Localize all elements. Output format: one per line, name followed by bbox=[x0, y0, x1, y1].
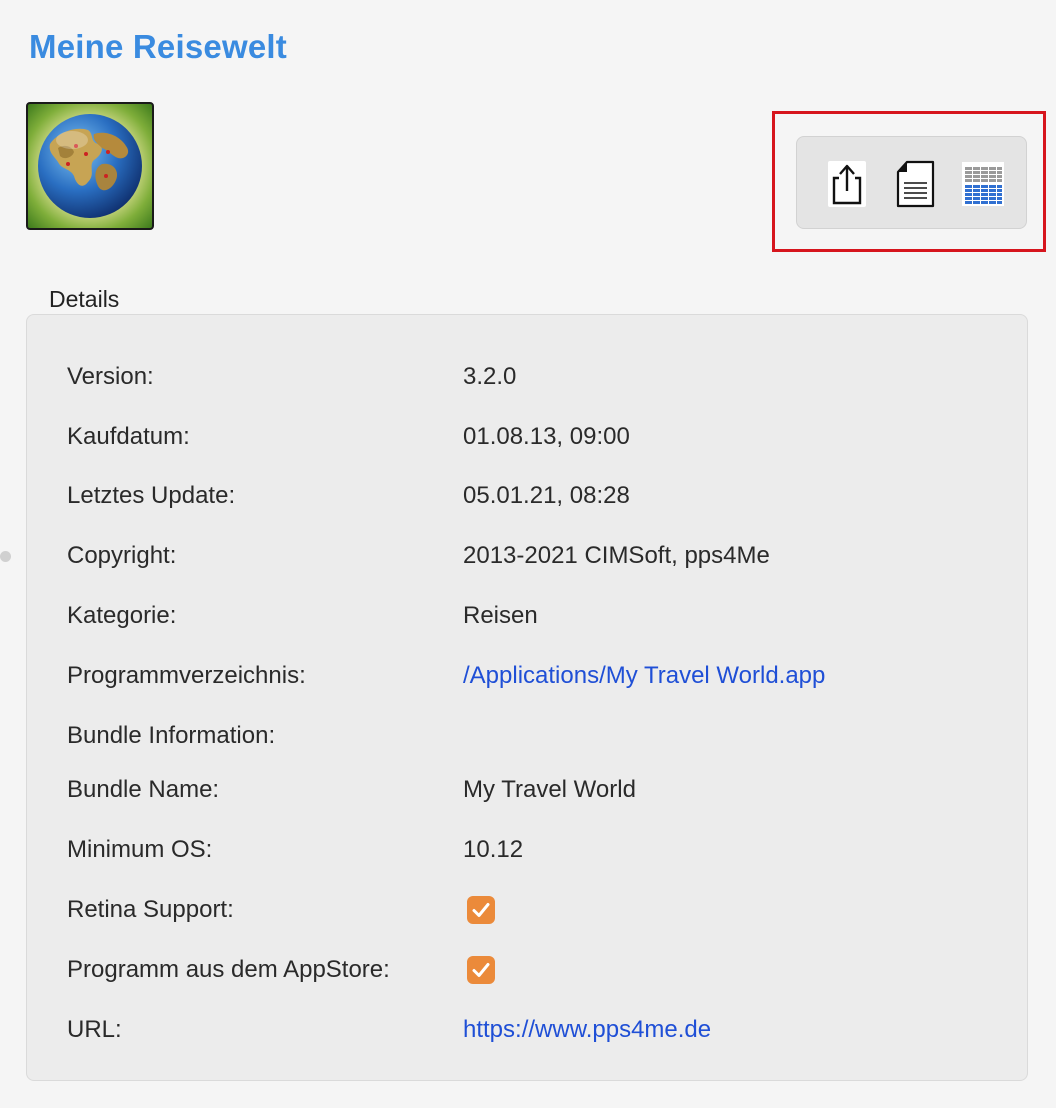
share-button[interactable] bbox=[824, 159, 870, 209]
export-toolbar bbox=[796, 136, 1027, 229]
detail-key: Bundle Name: bbox=[67, 776, 220, 803]
detail-key: Kaufdatum: bbox=[67, 423, 190, 450]
url-link[interactable]: https://www.pps4me.de bbox=[463, 1014, 711, 1046]
detail-value: 01.08.13, 09:00 bbox=[463, 423, 630, 450]
detail-key: URL: bbox=[67, 1016, 122, 1043]
detail-value: 2013-2021 CIMSoft, pps4Me bbox=[463, 542, 770, 569]
detail-row-copyright: Copyright: 2013-2021 CIMSoft, pps4Me bbox=[67, 540, 1007, 572]
detail-row-purchase-date: Kaufdatum: 01.08.13, 09:00 bbox=[67, 421, 1007, 453]
detail-row-bundle-information: Bundle Information: bbox=[67, 720, 1007, 752]
detail-key: Minimum OS: bbox=[67, 836, 213, 863]
detail-row-bundle-name: Bundle Name: My Travel World bbox=[67, 774, 1007, 806]
detail-value: 10.12 bbox=[463, 836, 524, 863]
detail-value: My Travel World bbox=[463, 776, 636, 803]
table-icon bbox=[962, 162, 1004, 206]
app-title: Meine Reisewelt bbox=[29, 28, 287, 65]
detail-key: Retina Support: bbox=[67, 896, 234, 923]
spreadsheet-button[interactable] bbox=[960, 159, 1006, 209]
program-path-link[interactable]: /Applications/My Travel World.app bbox=[463, 660, 825, 692]
appstore-checkbox[interactable] bbox=[467, 956, 495, 984]
detail-key: Copyright: bbox=[67, 542, 177, 569]
document-icon bbox=[896, 160, 935, 208]
checkmark-icon bbox=[472, 963, 490, 977]
detail-key: Programmverzeichnis: bbox=[67, 662, 306, 689]
details-panel: Version: 3.2.0 Kaufdatum: 01.08.13, 09:0… bbox=[26, 314, 1028, 1081]
detail-key: Version: bbox=[67, 363, 154, 390]
details-heading: Details bbox=[49, 286, 120, 312]
detail-row-appstore: Programm aus dem AppStore: bbox=[67, 954, 1007, 986]
detail-value: 3.2.0 bbox=[463, 363, 517, 390]
retina-support-checkbox[interactable] bbox=[467, 896, 495, 924]
detail-row-minimum-os: Minimum OS: 10.12 bbox=[67, 834, 1007, 866]
app-icon bbox=[26, 102, 154, 230]
detail-row-url: URL: https://www.pps4me.de bbox=[67, 1014, 1007, 1046]
checkmark-icon bbox=[472, 903, 490, 917]
detail-row-last-update: Letztes Update: 05.01.21, 08:28 bbox=[67, 480, 1007, 512]
detail-key: Letztes Update: bbox=[67, 482, 236, 509]
share-icon bbox=[828, 161, 866, 207]
detail-value: Reisen bbox=[463, 602, 538, 629]
detail-row-version: Version: 3.2.0 bbox=[67, 361, 1007, 393]
detail-row-program-path: Programmverzeichnis: /Applications/My Tr… bbox=[67, 660, 1007, 692]
detail-key: Bundle Information: bbox=[67, 722, 276, 749]
resize-handle[interactable] bbox=[0, 551, 11, 562]
detail-row-retina-support: Retina Support: bbox=[67, 894, 1007, 926]
detail-key: Kategorie: bbox=[67, 602, 177, 629]
detail-key: Programm aus dem AppStore: bbox=[67, 956, 390, 983]
detail-value: 05.01.21, 08:28 bbox=[463, 482, 630, 509]
document-button[interactable] bbox=[893, 159, 939, 209]
detail-row-category: Kategorie: Reisen bbox=[67, 600, 1007, 632]
